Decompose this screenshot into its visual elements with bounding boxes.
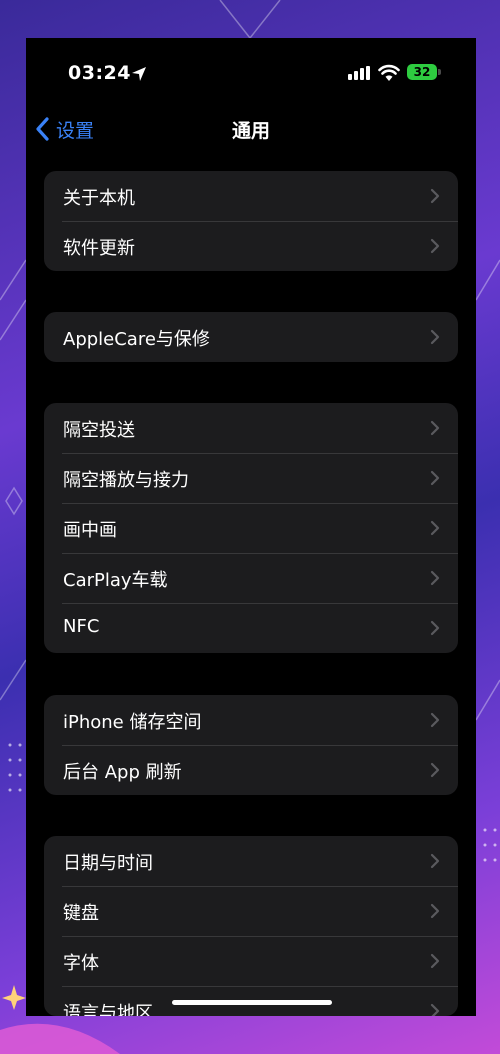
row-label: 隔空播放与接力 (63, 470, 189, 491)
chevron-right-icon (430, 1003, 440, 1016)
row-iphone-storage[interactable]: iPhone 储存空间 (44, 695, 458, 745)
row-fonts[interactable]: 字体 (44, 936, 458, 986)
chevron-right-icon (430, 853, 440, 869)
chevron-right-icon (430, 520, 440, 536)
row-label: 后台 App 刷新 (63, 762, 182, 783)
chevron-right-icon (430, 329, 440, 345)
chevron-right-icon (430, 712, 440, 728)
chevron-right-icon (430, 420, 440, 436)
navigation-bar: 设置 通用 (26, 106, 476, 150)
row-label: 隔空投送 (63, 420, 135, 441)
chevron-right-icon (430, 620, 440, 636)
page-title: 通用 (231, 120, 270, 142)
settings-group-about: 关于本机 软件更新 (44, 171, 458, 271)
chevron-right-icon (430, 953, 440, 969)
battery-tip (438, 69, 441, 75)
row-label: 软件更新 (63, 238, 135, 259)
row-nfc[interactable]: NFC (44, 603, 458, 653)
chevron-right-icon (430, 188, 440, 204)
wifi-icon (378, 64, 400, 81)
row-label: 键盘 (63, 903, 99, 924)
row-label: NFC (63, 616, 100, 637)
settings-group-locale: 日期与时间 键盘 字体 语言与地区 (44, 836, 458, 1016)
row-label: 语言与地区 (63, 1003, 153, 1016)
cellular-signal-icon (348, 66, 370, 80)
row-label: 关于本机 (63, 188, 135, 209)
row-carplay[interactable]: CarPlay车载 (44, 553, 458, 603)
row-applecare[interactable]: AppleCare与保修 (44, 312, 458, 362)
row-about[interactable]: 关于本机 (44, 171, 458, 221)
row-software-update[interactable]: 软件更新 (44, 221, 458, 271)
status-bar: 03:24 32 (26, 38, 476, 106)
battery-indicator: 32 (407, 64, 437, 80)
chevron-right-icon (430, 570, 440, 586)
row-label: 日期与时间 (63, 853, 153, 874)
row-label: CarPlay车载 (63, 570, 168, 591)
row-label: iPhone 储存空间 (63, 712, 202, 733)
row-label: 字体 (63, 953, 99, 974)
settings-group-applecare: AppleCare与保修 (44, 312, 458, 362)
status-time: 03:24 (68, 62, 131, 84)
phone-screen: 03:24 32 设置 通用 关于本机 软件更新 AppleCare与保修 隔空… (26, 38, 476, 1016)
row-background-app-refresh[interactable]: 后台 App 刷新 (44, 745, 458, 795)
row-keyboard[interactable]: 键盘 (44, 886, 458, 936)
settings-group-storage: iPhone 储存空间 后台 App 刷新 (44, 695, 458, 795)
row-airplay-handoff[interactable]: 隔空播放与接力 (44, 453, 458, 503)
settings-group-connectivity: 隔空投送 隔空播放与接力 画中画 CarPlay车载 NFC (44, 403, 458, 653)
chevron-right-icon (430, 903, 440, 919)
chevron-right-icon (430, 238, 440, 254)
chevron-right-icon (430, 470, 440, 486)
row-airdrop[interactable]: 隔空投送 (44, 403, 458, 453)
row-picture-in-picture[interactable]: 画中画 (44, 503, 458, 553)
row-label: 画中画 (63, 520, 117, 541)
location-arrow-icon (132, 67, 146, 81)
chevron-right-icon (430, 762, 440, 778)
row-label: AppleCare与保修 (63, 329, 210, 350)
row-date-time[interactable]: 日期与时间 (44, 836, 458, 886)
home-indicator[interactable] (172, 1000, 332, 1005)
